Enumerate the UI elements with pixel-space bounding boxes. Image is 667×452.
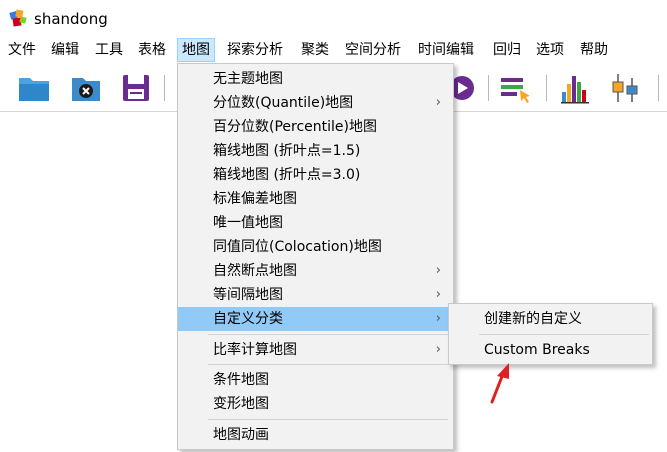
menu-cluster[interactable]: 聚类 xyxy=(297,38,333,62)
submenu-arrow-icon: › xyxy=(435,287,441,302)
menu-item-conditional-map[interactable]: 条件地图 xyxy=(178,368,453,392)
title-bar: shandong xyxy=(0,0,667,38)
menu-item-natural-breaks-map[interactable]: 自然断点地图 › xyxy=(178,259,453,283)
toolbar-separator xyxy=(164,75,165,101)
menu-item-box-map-1-5[interactable]: 箱线地图 (折叶点=1.5) xyxy=(178,139,453,163)
submenu-item-create-new-custom[interactable]: 创建新的自定义 xyxy=(449,306,652,332)
menu-tools[interactable]: 工具 xyxy=(91,38,127,62)
submenu-arrow-icon: › xyxy=(435,95,441,110)
menu-item-equal-intervals-map[interactable]: 等间隔地图 › xyxy=(178,283,453,307)
menu-spatial[interactable]: 空间分析 xyxy=(341,38,405,62)
toolbar-separator xyxy=(488,75,489,101)
menu-edit[interactable]: 编辑 xyxy=(47,38,83,62)
menu-map[interactable]: 地图 xyxy=(177,38,215,62)
histogram-icon[interactable] xyxy=(558,70,594,106)
menu-regression[interactable]: 回归 xyxy=(489,38,525,62)
menu-item-percentile-map[interactable]: 百分位数(Percentile)地图 xyxy=(178,115,453,139)
menu-explore[interactable]: 探索分析 xyxy=(223,38,287,62)
menu-item-rates-map[interactable]: 比率计算地图 › xyxy=(178,338,453,362)
custom-breaks-submenu: 创建新的自定义 Custom Breaks xyxy=(448,303,653,365)
select-icon[interactable] xyxy=(498,70,534,106)
menu-item-map-animation[interactable]: 地图动画 xyxy=(178,423,453,447)
menu-item-cartogram[interactable]: 变形地图 xyxy=(178,392,453,416)
menu-item-custom-breaks[interactable]: 自定义分类 › xyxy=(178,307,453,331)
menu-item-quantile-map[interactable]: 分位数(Quantile)地图 › xyxy=(178,91,453,115)
open-folder-icon[interactable] xyxy=(16,70,52,106)
menu-separator xyxy=(208,364,448,365)
menu-item-unique-values-map[interactable]: 唯一值地图 xyxy=(178,211,453,235)
menu-bar: 文件 编辑 工具 表格 地图 探索分析 聚类 空间分析 时间编辑 回归 选项 帮… xyxy=(0,38,667,62)
menu-separator xyxy=(208,334,448,335)
close-file-icon[interactable] xyxy=(68,70,104,106)
annotation-arrow-icon xyxy=(490,363,509,404)
menu-item-no-theme-map[interactable]: 无主题地图 xyxy=(178,67,453,91)
menu-time[interactable]: 时间编辑 xyxy=(414,38,478,62)
toolbar-separator xyxy=(658,75,659,101)
menu-file[interactable]: 文件 xyxy=(4,38,40,62)
window-title: shandong xyxy=(34,10,108,28)
boxplot-icon[interactable] xyxy=(606,70,642,106)
menu-item-colocation-map[interactable]: 同值同位(Colocation)地图 xyxy=(178,235,453,259)
map-dropdown-menu: 无主题地图 分位数(Quantile)地图 › 百分位数(Percentile)… xyxy=(177,63,454,450)
menu-help[interactable]: 帮助 xyxy=(576,38,612,62)
toolbar-separator xyxy=(546,75,547,101)
menu-options[interactable]: 选项 xyxy=(532,38,568,62)
menu-item-box-map-3-0[interactable]: 箱线地图 (折叶点=3.0) xyxy=(178,163,453,187)
menu-separator xyxy=(479,334,649,335)
app-logo-icon xyxy=(9,9,27,27)
submenu-arrow-icon: › xyxy=(435,263,441,278)
menu-separator xyxy=(208,419,448,420)
submenu-arrow-icon: › xyxy=(435,342,441,357)
submenu-item-custom-breaks[interactable]: Custom Breaks xyxy=(449,337,652,363)
menu-item-std-dev-map[interactable]: 标准偏差地图 xyxy=(178,187,453,211)
menu-table[interactable]: 表格 xyxy=(134,38,170,62)
submenu-arrow-icon: › xyxy=(435,311,441,326)
save-icon[interactable] xyxy=(118,70,154,106)
